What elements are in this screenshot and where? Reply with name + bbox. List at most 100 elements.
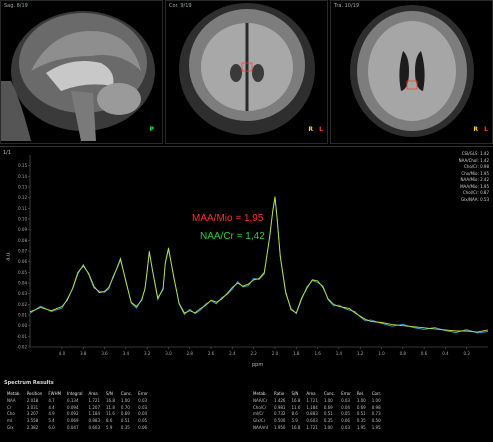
table-cell: 1.95 xyxy=(371,424,381,430)
x-tick-label: 0.8 xyxy=(400,351,407,356)
table-cell: 1.184 xyxy=(88,411,100,417)
table-cell: Metab. xyxy=(7,391,21,396)
x-tick-label: 2.8 xyxy=(187,351,194,356)
axial-brain-image xyxy=(350,5,474,137)
legend-row: Glx/NAA: 0.53 xyxy=(461,196,489,202)
table-cell: 0.603 xyxy=(88,424,100,430)
table-row: Glx 2.382 6.0 0.047 0.603 5.9 0.35 0.06 xyxy=(4,425,151,432)
x-tick-label: 1.4 xyxy=(336,351,343,356)
metabolite-ratio-legend: CSI/GLS: 1.42 NAA/Chol: 1.42 Cho/Cr: 0.9… xyxy=(425,151,489,203)
x-tick-label: 1.6 xyxy=(314,351,321,356)
table-cell: 4.9 xyxy=(48,411,55,417)
table-row: NAA 2.018 4.7 0.134 1.721 16.8 1.00 0.03 xyxy=(4,398,151,405)
table-cell: NAA/Cr xyxy=(253,397,268,403)
table-cell: 0.51 xyxy=(120,418,130,424)
table-cell: 1.184 xyxy=(306,404,318,410)
x-tick-label: 3.4 xyxy=(123,351,130,356)
mri-axial-view[interactable]: Tra. 10/19 R L xyxy=(330,0,493,144)
table-cell: Integral xyxy=(67,391,83,396)
x-tick-label: 1.8 xyxy=(293,351,300,356)
table-row: Cho 3.207 4.9 0.092 1.184 11.6 0.69 0.04 xyxy=(4,411,151,418)
table-cell: mI/Cr xyxy=(253,411,264,417)
table-cell: 1.426 xyxy=(274,397,286,403)
table-cell: 8.6 xyxy=(291,411,298,417)
table-cell: 0.883 xyxy=(88,418,100,424)
table-row: Glx/Cr 0.500 5.9 0.603 0.35 0.06 0.35 0.50 xyxy=(250,418,384,425)
table-cell: 0.500 xyxy=(274,418,286,424)
table-cell: Conc. xyxy=(323,391,336,396)
table-cell: 0.732 xyxy=(274,411,286,417)
sagittal-slice-label: Sag. 8/19 xyxy=(4,3,28,9)
sagittal-orientation-p: P xyxy=(149,126,154,133)
table-cell: 11.6 xyxy=(291,404,301,410)
spectrum-pane[interactable]: -0.02 -0.01 0.00 0.01 0.02 0.03 0.04 0.05 0.06 0.… xyxy=(0,146,493,377)
table-row: Cho/Cr 0.981 11.6 1.184 0.69 0.04 0.69 0.98 xyxy=(250,405,384,412)
table-cell: 0.06 xyxy=(341,418,350,424)
table-cell: Error xyxy=(138,391,148,396)
table-cell: 5.4 xyxy=(48,418,55,424)
table-cell: Metab. xyxy=(253,391,267,396)
mri-viewport-row: Sag. 8/19 P Cor. 9/19 R L Tra. 10/19 R L xyxy=(0,0,493,144)
table-cell: 3.558 xyxy=(26,418,39,424)
table-cell: Area xyxy=(88,391,98,396)
x-tick-label: 2.4 xyxy=(229,351,236,356)
table-cell: 1.00 xyxy=(120,397,130,403)
table-cell: 3.031 xyxy=(26,404,39,410)
y-tick-label: -0.01 xyxy=(17,334,28,339)
table-cell: FWHM xyxy=(48,391,62,396)
ratio-naa-cr: NAA/Cr = 1,42 xyxy=(200,231,265,242)
spectrum-chart: -0.02 -0.01 0.00 0.01 0.02 0.03 0.04 0.05 0.06 0.… xyxy=(17,155,489,356)
x-tick-label: 3.0 xyxy=(165,351,172,356)
table-cell: Error xyxy=(341,391,351,396)
x-tick-label: 0.2 xyxy=(464,351,471,356)
table-cell: 1.00 xyxy=(323,397,333,403)
table-cell: 1.95 xyxy=(356,424,366,430)
table-cell: 0.35 xyxy=(356,418,366,424)
table-row: NAA/Cr 1.426 16.8 1.721 1.00 0.03 1.00 1.00 xyxy=(250,398,384,405)
x-tick-label: 1.2 xyxy=(357,351,364,356)
coronal-slice-label: Cor. 9/19 xyxy=(169,3,192,9)
x-tick-label: 0.4 xyxy=(442,351,449,356)
table-cell: 16.8 xyxy=(291,424,301,430)
axial-orientation-l: L xyxy=(484,126,488,133)
table-cell: 0.047 xyxy=(67,424,79,430)
table-cell: 1.721 xyxy=(306,397,318,403)
y-tick-label: 0.13 xyxy=(18,185,27,190)
table-cell: S/N xyxy=(291,391,299,396)
table-cell: S/N xyxy=(106,391,113,396)
y-tick-label: 0.09 xyxy=(18,227,27,232)
table-cell: 16.8 xyxy=(106,397,115,403)
y-tick-label: 0.12 xyxy=(18,195,27,200)
table-cell: Glx xyxy=(7,424,14,430)
ratio-maa-mio: MAA/Mio = 1,95 xyxy=(192,213,264,224)
table-cell: Ratio xyxy=(274,391,285,396)
table-cell: 0.35 xyxy=(323,418,333,424)
y-tick-label: 0.08 xyxy=(18,238,27,243)
coronal-orientation-l: L xyxy=(319,126,323,133)
x-tick-label: 0.6 xyxy=(421,351,428,356)
coronal-brain-image xyxy=(179,3,315,135)
table-cell: 1.207 xyxy=(88,404,100,410)
table-row: mI 3.558 5.4 0.069 0.883 8.6 0.51 0.05 xyxy=(4,418,151,425)
y-tick-label: 0.01 xyxy=(18,313,27,318)
table-header-row: Metab. Position FWHM Integral Area S/N Conc. Er… xyxy=(4,391,151,398)
mri-sagittal-view[interactable]: Sag. 8/19 P xyxy=(0,0,163,144)
table-cell: 0.981 xyxy=(274,404,286,410)
y-tick-label: 0.10 xyxy=(18,217,27,222)
table-cell: 0.603 xyxy=(306,418,318,424)
axial-slice-label: Tra. 10/19 xyxy=(334,3,360,9)
y-tick-label: 0.07 xyxy=(18,249,27,254)
table-cell: 2.018 xyxy=(26,397,39,403)
y-tick-label: 0.15 xyxy=(18,163,27,168)
table-cell: 4.4 xyxy=(48,404,55,410)
mri-coronal-view[interactable]: Cor. 9/19 R L xyxy=(165,0,328,144)
table-cell: 0.05 xyxy=(138,418,148,424)
table-cell: Rel. xyxy=(356,391,365,396)
table-row: Cr 3.031 4.4 0.094 1.207 11.8 0.70 0.03 xyxy=(4,405,151,412)
table-cell: 0.69 xyxy=(323,404,333,410)
table-cell: 1.00 xyxy=(323,424,333,430)
table-cell: Area xyxy=(306,391,316,396)
x-tick-label: 3.8 xyxy=(80,351,87,356)
table-cell: 0.883 xyxy=(306,411,318,417)
table-cell: Glx/Cr xyxy=(253,418,266,424)
